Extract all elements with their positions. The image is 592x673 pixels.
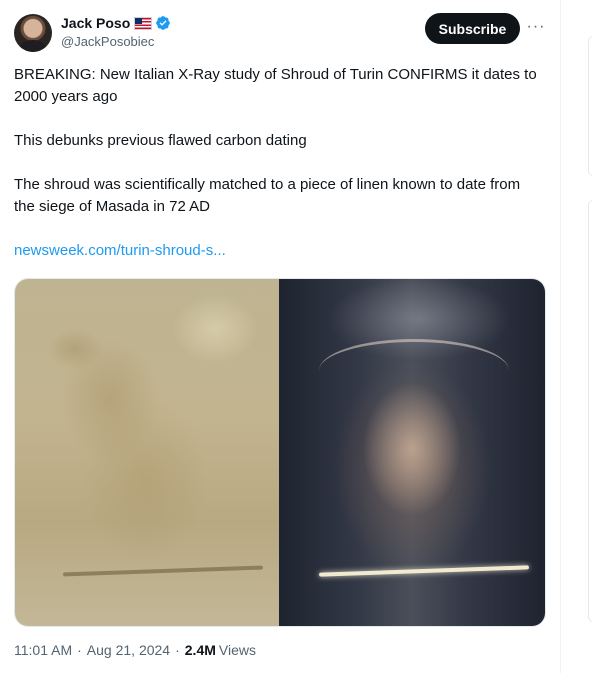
tweet-meta: 11:01 AM · Aug 21, 2024 · 2.4M Views: [14, 640, 256, 660]
author-info: Jack Poso @JackPosobiec: [61, 14, 171, 49]
us-flag-icon: [134, 16, 153, 30]
subscribe-button[interactable]: Subscribe: [425, 13, 520, 44]
tweet-paragraph: The shroud was scientifically matched to…: [14, 176, 521, 215]
views-count: 2.4M: [184, 642, 216, 658]
more-options-icon[interactable]: ···: [526, 18, 546, 38]
tweet-date[interactable]: Aug 21, 2024: [87, 642, 170, 658]
sidebar-card: [588, 200, 592, 622]
author-handle[interactable]: @JackPosobiec: [61, 34, 171, 49]
article-link[interactable]: newsweek.com/turin-shroud-s...: [14, 242, 226, 259]
shroud-photo-negative[interactable]: [279, 279, 545, 626]
sidebar-card: [588, 36, 592, 176]
tweet: Jack Poso @JackPosobiec Subscribe ··· BR…: [14, 12, 550, 658]
tweet-media[interactable]: [14, 278, 546, 627]
views-label: Views: [218, 642, 256, 658]
meta-separator: ·: [175, 642, 180, 658]
meta-separator: ·: [77, 642, 82, 658]
tweet-paragraph: BREAKING: New Italian X-Ray study of Shr…: [14, 66, 537, 105]
name-row: Jack Poso: [61, 14, 171, 32]
tweet-header: Jack Poso @JackPosobiec Subscribe ···: [14, 12, 550, 56]
tweet-paragraph: This debunks previous flawed carbon dati…: [14, 132, 307, 149]
tweet-text: BREAKING: New Italian X-Ray study of Shr…: [14, 64, 544, 284]
display-name[interactable]: Jack Poso: [61, 15, 130, 31]
tweet-link-paragraph: newsweek.com/turin-shroud-s...: [14, 240, 544, 262]
avatar[interactable]: [14, 14, 52, 52]
verified-badge-icon: [156, 16, 171, 30]
tweet-page: Jack Poso @JackPosobiec Subscribe ··· BR…: [0, 0, 592, 673]
shroud-photo-original[interactable]: [15, 279, 279, 626]
tweet-time[interactable]: 11:01 AM: [14, 642, 72, 658]
